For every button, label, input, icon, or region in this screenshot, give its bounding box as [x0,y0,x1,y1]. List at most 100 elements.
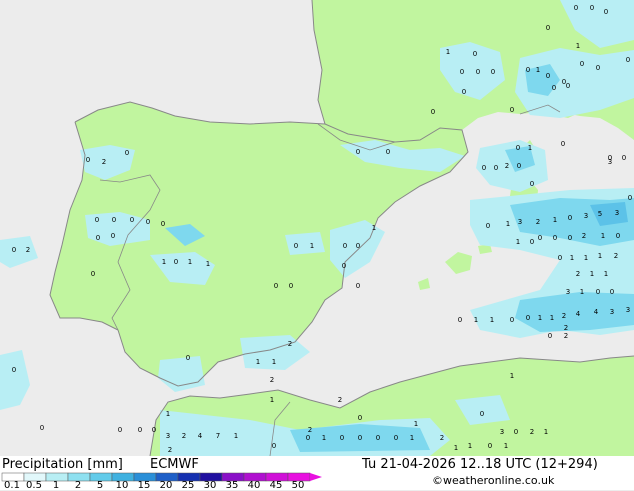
point-value-label: 1 [528,144,532,152]
point-value-label: 0 [95,216,99,224]
point-value-label: 0 [289,282,293,290]
point-value-label: 3 [500,428,504,436]
point-value-label: 5 [598,210,602,218]
point-value-label: 1 [454,444,458,452]
point-value-label: 2 [505,162,509,170]
point-value-label: 3 [166,432,170,440]
point-value-label: 0 [604,8,608,16]
point-value-label: 1 [516,238,520,246]
point-value-label: 0 [516,144,520,152]
point-value-label: 0 [174,258,178,266]
legend-tick-label: 15 [137,480,151,491]
point-value-label: 1 [166,410,170,418]
map-footer: Precipitation [mm] ECMWF Tu 21-04-2026 1… [0,456,634,491]
point-value-label: 0 [548,332,552,340]
point-value-label: 0 [510,316,514,324]
point-value-label: 2 [102,158,106,166]
legend-tick-label: 40 [247,480,261,491]
legend-tick-label: 35 [225,480,239,491]
point-value-label: 1 [446,48,450,56]
point-value-label: 2 [562,312,566,320]
point-value-label: 0 [580,60,584,68]
point-value-label: 0 [111,232,115,240]
point-value-label: 0 [616,232,620,240]
point-value-label: 0 [376,434,380,442]
point-value-label: 2 [536,218,540,226]
legend-tick-label: 50 [291,480,305,491]
credit-text: ©weatheronline.co.uk [432,474,555,487]
point-value-label: 0 [526,66,530,74]
legend-tick-label: 25 [181,480,195,491]
point-value-label: 0 [530,238,534,246]
point-value-label: 0 [96,234,100,242]
point-value-label: 0 [86,156,90,164]
point-value-label: 1 [490,316,494,324]
point-value-label: 0 [356,148,360,156]
point-value-label: 0 [552,84,556,92]
point-value-label: 0 [562,78,566,86]
point-value-label: 2 [288,340,292,348]
point-value-label: 0 [530,180,534,188]
legend-tick-label: 20 [159,480,173,491]
point-value-label: 3 [626,306,630,314]
point-value-label: 0 [186,354,190,362]
point-value-label: 2 [168,446,172,454]
point-value-label: 4 [594,308,599,316]
point-value-label: 0 [394,434,398,442]
point-value-label: 1 [598,252,602,260]
point-value-label: 0 [538,234,542,242]
point-value-label: 0 [356,282,360,290]
point-value-label: 0 [628,194,632,202]
point-value-label: 1 [510,372,514,380]
point-value-label: 1 [580,288,584,296]
point-value-label: 1 [272,358,276,366]
point-value-label: 0 [274,282,278,290]
point-value-label: 0 [514,428,518,436]
point-value-label: 0 [125,149,129,157]
point-value-label: 0 [161,220,165,228]
point-value-label: 0 [356,242,360,250]
valid-datetime: Tu 21-04-2026 12..18 UTC (12+294) [362,457,598,472]
point-value-label: 0 [431,108,435,116]
point-value-label: 0 [488,442,492,450]
point-value-label: 0 [340,434,344,442]
point-value-label: 1 [584,254,588,262]
point-value-label: 0 [306,434,310,442]
point-value-label: 0 [596,288,600,296]
point-value-label: 1 [550,314,554,322]
point-value-label: 0 [40,424,44,432]
point-value-label: 0 [558,254,562,262]
point-value-label: 0 [546,72,550,80]
point-value-label: 4 [576,310,581,318]
point-value-label: 1 [506,220,510,228]
point-value-label: 1 [601,232,605,240]
point-value-label: 1 [322,434,326,442]
point-value-label: 2 [582,232,586,240]
point-value-label: 1 [256,358,260,366]
point-value-label: 0 [610,288,614,296]
point-value-label: 0 [12,246,16,254]
point-value-label: 2 [270,376,274,384]
point-value-label: 1 [536,66,540,74]
legend-tick-label: 45 [269,480,283,491]
legend-tick-label: 5 [96,480,104,491]
point-value-label: 1 [570,254,574,262]
point-value-label: 3 [584,212,588,220]
point-value-label: 1 [234,432,238,440]
legend-overflow-arrow [310,473,322,481]
point-value-label: 0 [553,234,557,242]
point-value-label: 1 [538,314,542,322]
point-value-label: 1 [410,434,414,442]
point-value-label: 2 [26,246,30,254]
legend-tick-label: 30 [203,480,217,491]
legend-tick-label: 0.1 [4,480,20,491]
point-value-label: 1 [162,258,166,266]
point-value-label: 0 [112,216,116,224]
point-value-label: 3 [566,288,570,296]
point-value-label: 0 [574,4,578,12]
point-value-label: 0 [561,140,565,148]
point-value-label: 1 [576,42,580,50]
point-value-label: 7 [216,432,220,440]
point-value-label: 0 [342,262,346,270]
point-value-label: 2 [564,332,568,340]
